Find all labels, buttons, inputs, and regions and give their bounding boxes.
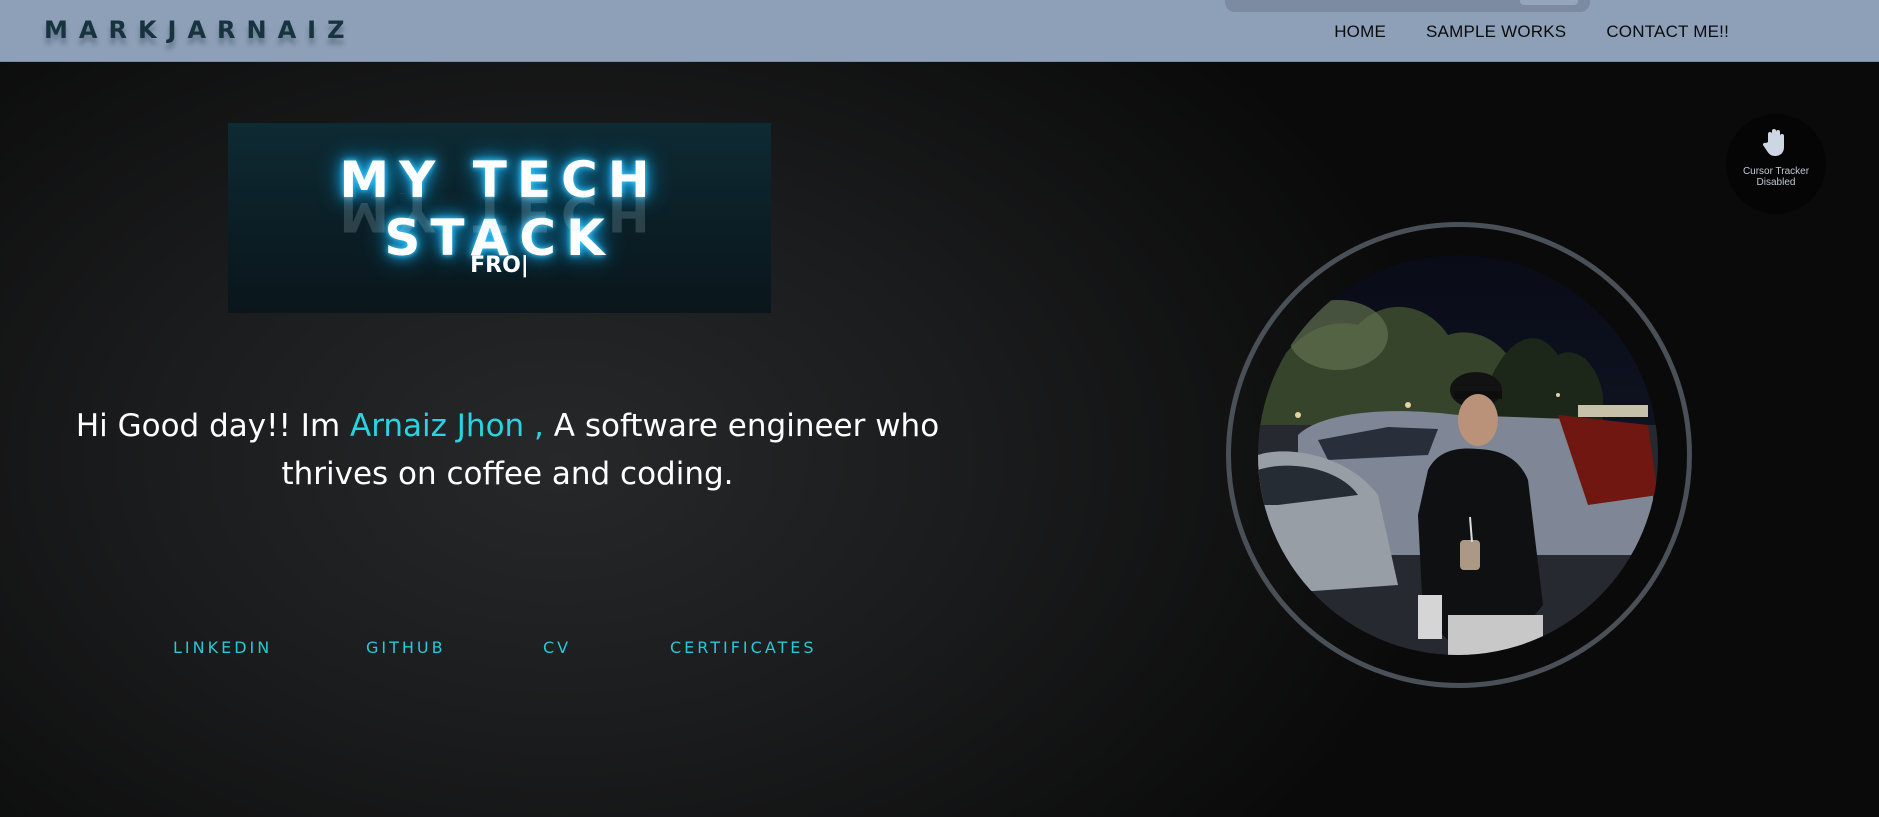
site-logo[interactable]: MARKJARNAIZ [44,16,356,44]
pull-tab-knob [1520,0,1578,5]
tech-stack-title-reflection: MY TECH STACK [339,193,660,233]
intro-prefix: Hi Good day!! Im [75,408,350,444]
typing-text: FRO| [470,253,529,278]
nav-contact-me[interactable]: CONTACT ME!! [1606,22,1729,42]
intro-name: Arnaiz Jhon , [350,408,544,444]
github-link[interactable]: GITHUB [366,638,446,657]
nav-sample-works[interactable]: SAMPLE WORKS [1426,22,1566,42]
hand-icon [1762,129,1784,156]
linkedin-link[interactable]: LINKEDIN [173,638,272,657]
cursor-tracker-line2: Disabled [1756,177,1796,188]
social-links: LINKEDIN GITHUB CV CERTIFICATES [0,638,1000,662]
main-nav: HOME SAMPLE WORKS CONTACT ME!! [1334,22,1729,42]
page: MARKJARNAIZ HOME SAMPLE WORKS CONTACT ME… [0,0,1879,817]
cursor-tracker-toggle[interactable]: Cursor Tracker Disabled [1726,114,1826,214]
top-pull-tab[interactable] [1225,0,1590,12]
cursor-tracker-line1: Cursor Tracker [1742,166,1810,177]
nav-home[interactable]: HOME [1334,22,1386,42]
profile-photo-image [1258,255,1658,655]
profile-photo [1258,255,1658,655]
cursor-tracker-label: Cursor Tracker Disabled [1726,166,1826,188]
certificates-link[interactable]: CERTIFICATES [670,638,817,657]
top-header: MARKJARNAIZ HOME SAMPLE WORKS CONTACT ME… [0,0,1879,62]
cv-link[interactable]: CV [543,638,571,657]
tech-stack-panel: MY TECH STACK MY TECH STACK FRO| [228,123,771,313]
intro-text: Hi Good day!! Im Arnaiz Jhon , A softwar… [50,402,965,498]
